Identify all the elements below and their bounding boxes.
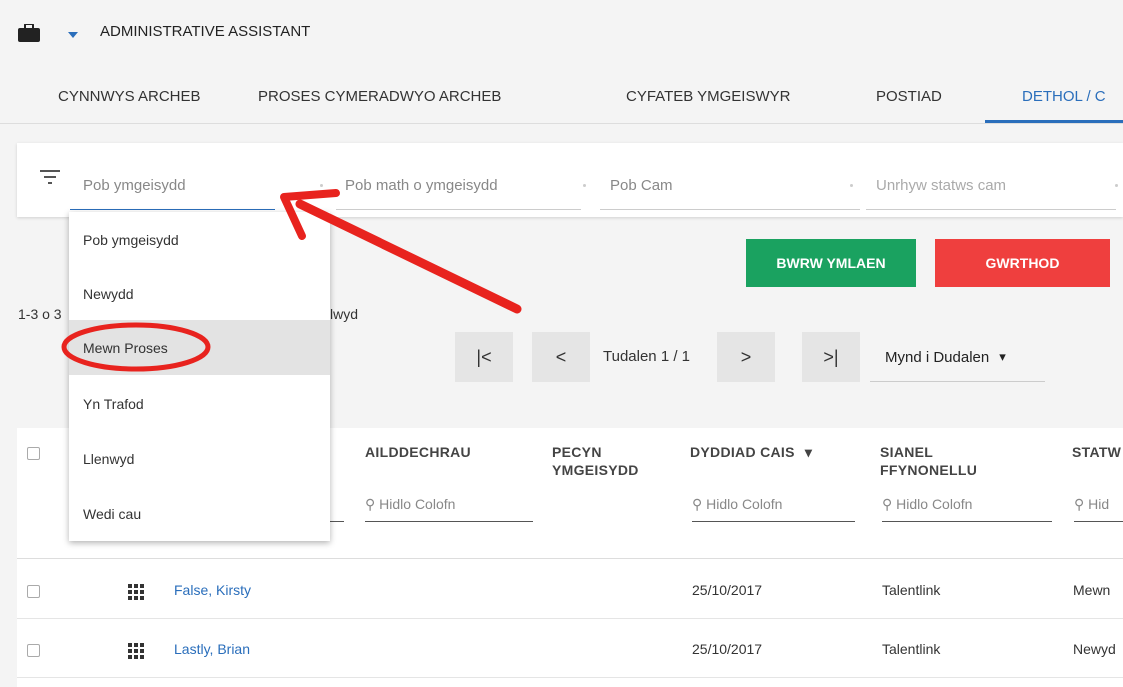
dropdown-option-pob-ymgeisydd[interactable]: Pob ymgeisydd <box>69 212 330 267</box>
stage-filter-select[interactable]: Pob Cam <box>610 177 673 194</box>
chevron-down-icon: ▾ <box>999 349 1006 364</box>
go-to-page-select[interactable]: Mynd i Dudalen ▾ <box>870 332 1045 382</box>
column-header-pecyn-ymgeisydd[interactable]: PECYN YMGEISYDD <box>552 443 662 479</box>
search-icon: ⚲ <box>692 496 703 512</box>
filter-icon[interactable] <box>40 170 60 184</box>
column-filter-placeholder: Hidlo Colofn <box>379 496 456 512</box>
go-to-page-label: Mynd i Dudalen <box>885 348 990 366</box>
separator-dot <box>583 184 586 187</box>
dropdown-option-llenwyd[interactable]: Llenwyd <box>69 431 330 486</box>
next-page-button[interactable]: > <box>717 332 775 382</box>
continue-button[interactable]: BWRW YMLAEN <box>746 239 916 287</box>
applicant-filter-underline <box>70 209 275 210</box>
annotation-arrow <box>295 199 522 314</box>
column-header-ailddechrau[interactable]: AILDDECHRAU <box>365 443 471 461</box>
separator-dot <box>320 184 323 187</box>
column-filter-underline <box>365 521 533 522</box>
column-filter-underline <box>882 521 1052 522</box>
column-filter-placeholder: Hidlo Colofn <box>896 496 973 512</box>
chevron-down-icon[interactable] <box>68 32 78 38</box>
application-date: 25/10/2017 <box>692 582 763 598</box>
applicant-type-filter-underline <box>336 209 581 210</box>
column-filter-statws[interactable]: ⚲ Hid <box>1074 496 1109 513</box>
dropdown-option-wedi-cau[interactable]: Wedi cau <box>69 486 330 541</box>
stage-status-filter-select[interactable]: Unrhyw statws cam <box>876 177 1006 194</box>
search-icon: ⚲ <box>365 496 376 512</box>
column-filter-underline <box>330 521 344 522</box>
applicant-name-link[interactable]: Lastly, Brian <box>174 641 250 657</box>
row-divider <box>17 618 1123 619</box>
records-count: 1-3 o 3 <box>18 306 62 322</box>
tab-cyfateb-ymgeiswyr[interactable]: CYFATEB YMGEISWYR <box>626 88 790 105</box>
briefcase-icon <box>18 24 40 42</box>
search-icon: ⚲ <box>882 496 893 512</box>
column-filter-ailddechrau[interactable]: ⚲ Hidlo Colofn <box>365 496 455 513</box>
table-header-divider <box>17 558 1123 559</box>
column-filter-placeholder: Hid <box>1088 496 1110 512</box>
row-checkbox[interactable] <box>27 644 40 657</box>
status-cell: Newyd <box>1073 641 1116 657</box>
tab-postiad[interactable]: POSTIAD <box>876 88 942 105</box>
stage-status-filter-underline <box>866 209 1116 210</box>
column-header-dyddiad-cais[interactable]: DYDDIAD CAIS ▾ <box>690 443 812 461</box>
column-header-sianel-ffynonellu[interactable]: SIANEL FFYNONELLU <box>880 443 1010 479</box>
applicant-name-link[interactable]: False, Kirsty <box>174 582 251 598</box>
applicant-filter-select[interactable]: Pob ymgeisydd <box>83 177 186 194</box>
separator-dot <box>850 184 853 187</box>
sort-desc-icon[interactable]: ▾ <box>805 444 812 460</box>
column-filter-underline <box>692 521 855 522</box>
tab-cynnwys-archeb[interactable]: CYNNWYS ARCHEB <box>58 88 201 105</box>
tab-proses-cymeradwyo-archeb[interactable]: PROSES CYMERADWYO ARCHEB <box>258 88 501 105</box>
last-page-button[interactable]: >| <box>802 332 860 382</box>
reject-button[interactable]: GWRTHOD <box>935 239 1110 287</box>
column-filter-underline <box>1074 521 1123 522</box>
separator-dot <box>1115 184 1118 187</box>
tab-dethol[interactable]: DETHOL / C <box>1022 88 1106 105</box>
column-filter-dyddiad-cais[interactable]: ⚲ Hidlo Colofn <box>692 496 782 513</box>
column-filter-placeholder: Hidlo Colofn <box>706 496 783 512</box>
search-icon: ⚲ <box>1074 496 1085 512</box>
go-to-page-underline <box>870 381 1045 382</box>
stage-filter-underline <box>600 209 860 210</box>
application-date: 25/10/2017 <box>692 641 763 657</box>
source-channel: Talentlink <box>882 582 941 598</box>
tab-divider <box>0 123 1123 124</box>
row-checkbox[interactable] <box>27 585 40 598</box>
source-channel: Talentlink <box>882 641 941 657</box>
grid-menu-icon[interactable] <box>128 584 144 600</box>
applicant-type-filter-select[interactable]: Pob math o ymgeisydd <box>345 177 498 194</box>
dropdown-option-newydd[interactable]: Newydd <box>69 266 330 321</box>
applicant-filter-dropdown: Pob ymgeisydd Newydd Mewn Proses Yn Traf… <box>69 212 330 541</box>
column-header-label: DYDDIAD CAIS <box>690 444 795 460</box>
column-header-statws[interactable]: STATW <box>1072 443 1121 461</box>
grid-menu-icon[interactable] <box>128 643 144 659</box>
page-title: ADMINISTRATIVE ASSISTANT <box>100 23 311 40</box>
previous-page-button[interactable]: < <box>532 332 590 382</box>
dropdown-option-yn-trafod[interactable]: Yn Trafod <box>69 376 330 431</box>
row-divider <box>17 677 1123 678</box>
first-page-button[interactable]: |< <box>455 332 513 382</box>
records-count-tail: lwyd <box>330 306 359 322</box>
select-all-checkbox[interactable] <box>27 447 40 460</box>
dropdown-option-mewn-proses[interactable]: Mewn Proses <box>69 320 330 375</box>
page-indicator: Tudalen 1 / 1 <box>603 348 691 365</box>
column-filter-sianel-ffynonellu[interactable]: ⚲ Hidlo Colofn <box>882 496 972 513</box>
status-cell: Mewn <box>1073 582 1111 598</box>
